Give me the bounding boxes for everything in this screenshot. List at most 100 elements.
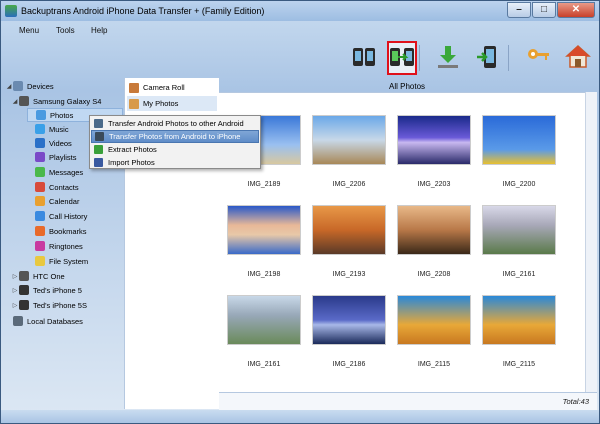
maximize-button[interactable]: □ (532, 2, 556, 18)
album-item-camera-roll[interactable]: Camera Roll (127, 80, 217, 95)
phone-export-button[interactable] (473, 41, 503, 75)
tree-item-ringtones[interactable]: Ringtones (27, 239, 83, 253)
tree-item-label: Samsung Galaxy S4 (33, 96, 102, 106)
photo-thumbnail[interactable]: IMG_2206 (310, 115, 388, 195)
my-photos-icon (129, 98, 139, 109)
android-to-iphone-button[interactable] (387, 41, 417, 75)
context-menu-label: Extract Photos (108, 145, 157, 154)
toolbar-separator (419, 45, 420, 71)
tree-item-label: Videos (49, 138, 72, 148)
tree-item-label: Messages (49, 167, 84, 177)
expand-toggle-icon[interactable]: ▷ (11, 273, 19, 280)
menu-help[interactable]: Help (91, 26, 107, 35)
close-button[interactable]: ✕ (557, 2, 595, 18)
tree-item-htc-one[interactable]: ▷ HTC One (11, 269, 65, 283)
context-menu-label: Transfer Photos from Android to iPhone (109, 132, 241, 141)
download-icon (435, 44, 461, 72)
photo-caption: IMG_2198 (247, 271, 281, 278)
tree-item-devices[interactable]: ◢ Devices (5, 79, 54, 93)
expand-toggle-icon[interactable]: ◢ (11, 98, 19, 105)
expand-toggle-icon[interactable]: ▷ (11, 302, 19, 309)
android-iphone-icon (95, 132, 104, 141)
music-icon (35, 124, 45, 134)
tree-item-videos[interactable]: Videos (27, 136, 72, 150)
vertical-scrollbar[interactable] (585, 92, 597, 392)
photo-image (397, 295, 471, 345)
photo-image (482, 205, 556, 255)
photo-caption: IMG_2203 (417, 181, 451, 188)
photo-caption: IMG_2186 (332, 361, 366, 368)
photo-thumbnail[interactable]: IMG_2115 (480, 295, 558, 375)
context-menu-item[interactable]: Import Photos (91, 156, 259, 169)
photo-image (312, 115, 386, 165)
photo-grid: IMG_2189 IMG_2206 IMG_2203 IMG_2200 IMG_2198… (219, 92, 597, 392)
photo-thumbnail[interactable]: IMG_2193 (310, 205, 388, 285)
tree-item-calendar[interactable]: Calendar (27, 194, 79, 208)
tree-item-ted-s-iphone-5s[interactable]: ▷ Ted's iPhone 5S (11, 298, 87, 312)
tree-item-label: Call History (49, 211, 88, 221)
context-menu-item[interactable]: Transfer Photos from Android to iPhone (91, 130, 259, 143)
tree-item-bookmarks[interactable]: Bookmarks (27, 224, 87, 238)
tree-item-local-databases[interactable]: Local Databases (5, 314, 83, 328)
album-item-label: My Photos (143, 99, 179, 108)
android-transfer-icon (94, 119, 103, 128)
context-menu-item[interactable]: Transfer Android Photos to other Android (91, 117, 259, 130)
minimize-button[interactable]: – (507, 2, 531, 18)
photo-thumbnail[interactable]: IMG_2198 (225, 205, 303, 285)
iphone-icon (19, 285, 29, 295)
tree-item-samsung-galaxy-s4[interactable]: ◢ Samsung Galaxy S4 (11, 94, 101, 108)
expand-toggle-icon[interactable]: ◢ (5, 83, 13, 90)
extract-icon (94, 145, 103, 154)
status-bar: Total:43 (219, 392, 597, 410)
album-item-my-photos[interactable]: My Photos (127, 96, 217, 111)
menu-bar: Menu Tools Help (1, 21, 599, 41)
photo-caption: IMG_2200 (502, 181, 536, 188)
photo-thumbnail[interactable]: IMG_2161 (480, 205, 558, 285)
tree-item-playlists[interactable]: Playlists (27, 150, 77, 164)
context-menu-item[interactable]: Extract Photos (91, 143, 259, 156)
photo-thumbnail[interactable]: IMG_2115 (395, 295, 473, 375)
tree-item-messages[interactable]: Messages (27, 165, 83, 179)
videos-icon (35, 138, 45, 148)
photo-caption: IMG_2208 (417, 271, 451, 278)
photo-thumbnail[interactable]: IMG_2200 (480, 115, 558, 195)
app-window: Backuptrans Android iPhone Data Transfer… (0, 0, 600, 424)
tree-item-call-history[interactable]: Call History (27, 209, 87, 223)
toolbar-caption: All Photos (389, 82, 426, 91)
tree-item-file-system[interactable]: File System (27, 254, 88, 268)
photo-thumbnail[interactable]: IMG_2208 (395, 205, 473, 285)
key-button[interactable] (523, 41, 553, 75)
total-count: Total:43 (562, 397, 589, 406)
tree-item-music[interactable]: Music (27, 122, 69, 136)
tree-item-label: Calendar (49, 196, 80, 206)
photo-thumbnail[interactable]: IMG_2186 (310, 295, 388, 375)
photo-caption: IMG_2193 (332, 271, 366, 278)
menu-menu[interactable]: Menu (19, 26, 39, 35)
download-button[interactable] (433, 41, 463, 75)
tree-item-label: Music (49, 124, 69, 134)
home-button[interactable] (563, 41, 593, 75)
tree-item-label: Ted's iPhone 5S (33, 300, 87, 310)
transfer-between-phones-button[interactable] (349, 41, 379, 75)
toolbar-separator (508, 45, 509, 71)
context-menu-label: Import Photos (108, 158, 155, 167)
messages-icon (35, 167, 45, 177)
tree-item-contacts[interactable]: Contacts (27, 180, 79, 194)
photo-image (227, 295, 301, 345)
tree-item-ted-s-iphone-5[interactable]: ▷ Ted's iPhone 5 (11, 283, 82, 297)
album-item-label: Camera Roll (143, 83, 185, 92)
photo-thumbnail[interactable]: IMG_2203 (395, 115, 473, 195)
context-menu-label: Transfer Android Photos to other Android (108, 119, 244, 128)
photo-caption: IMG_2115 (417, 361, 451, 368)
menu-tools[interactable]: Tools (56, 26, 75, 35)
window-title: Backuptrans Android iPhone Data Transfer… (21, 6, 265, 16)
tree-item-label: Contacts (49, 182, 79, 192)
tree-item-label: Local Databases (27, 316, 83, 326)
photo-caption: IMG_2161 (502, 271, 536, 278)
title-bar: Backuptrans Android iPhone Data Transfer… (1, 1, 599, 21)
photo-caption: IMG_2189 (247, 181, 281, 188)
expand-toggle-icon[interactable]: ▷ (11, 287, 19, 294)
context-menu: Transfer Android Photos to other Android… (89, 115, 261, 169)
iphone-icon (19, 300, 29, 310)
photo-thumbnail[interactable]: IMG_2161 (225, 295, 303, 375)
